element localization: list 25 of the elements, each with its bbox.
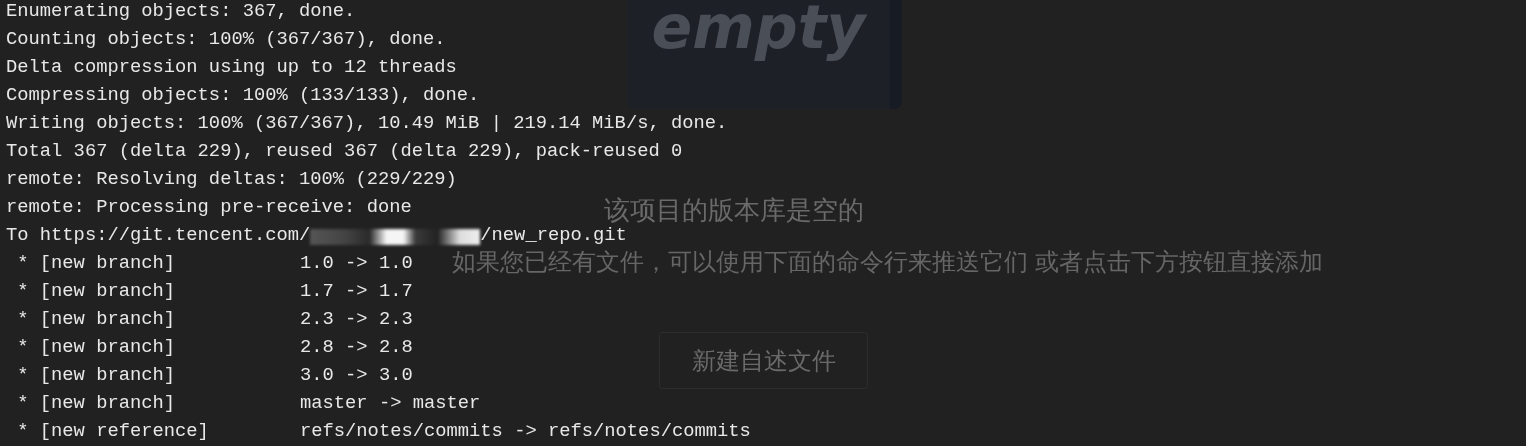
ref-mapping: 2.3 -> 2.3 <box>300 307 413 332</box>
ref-mapping: refs/notes/commits -> refs/notes/commits <box>300 419 751 444</box>
terminal-line: Total 367 (delta 229), reused 367 (delta 229), pack-reused 0 <box>6 139 683 164</box>
terminal-line: remote: Resolving deltas: 100% (229/229) <box>6 167 457 192</box>
ref-status: * [new branch] <box>16 335 177 360</box>
ref-mapping: 3.0 -> 3.0 <box>300 363 413 388</box>
empty-repo-hint: 如果您已经有文件，可以使用下面的命令行来推送它们 或者点击下方按钮直接添加 <box>452 247 1323 277</box>
ref-status: * [new branch] <box>16 279 177 304</box>
ref-mapping: master -> master <box>300 391 481 416</box>
ref-status: * [new branch] <box>16 251 177 276</box>
terminal-line: remote: Processing pre-receive: done <box>6 195 412 220</box>
create-readme-button[interactable]: 新建自述文件 <box>659 332 868 389</box>
ref-status: * [new branch] <box>16 307 177 332</box>
terminal-line: Compressing objects: 100% (133/133), done. <box>6 83 480 108</box>
ref-status: * [new branch] <box>16 363 177 388</box>
terminal-line: Writing objects: 100% (367/367), 10.49 MiB | 219.14 MiB/s, done. <box>6 111 728 136</box>
terminal-line: Enumerating objects: 367, done. <box>6 0 356 24</box>
ref-status: * [new branch] <box>16 391 177 416</box>
ref-mapping: 2.8 -> 2.8 <box>300 335 413 360</box>
terminal-text: To https://git.tencent.com/ <box>6 223 311 248</box>
ref-mapping: 1.7 -> 1.7 <box>300 279 413 304</box>
terminal-line: Delta compression using up to 12 threads <box>6 55 457 80</box>
ref-mapping: 1.0 -> 1.0 <box>300 251 413 276</box>
terminal-line: Counting objects: 100% (367/367), done. <box>6 27 446 52</box>
ref-status: * [new reference] <box>16 419 210 444</box>
